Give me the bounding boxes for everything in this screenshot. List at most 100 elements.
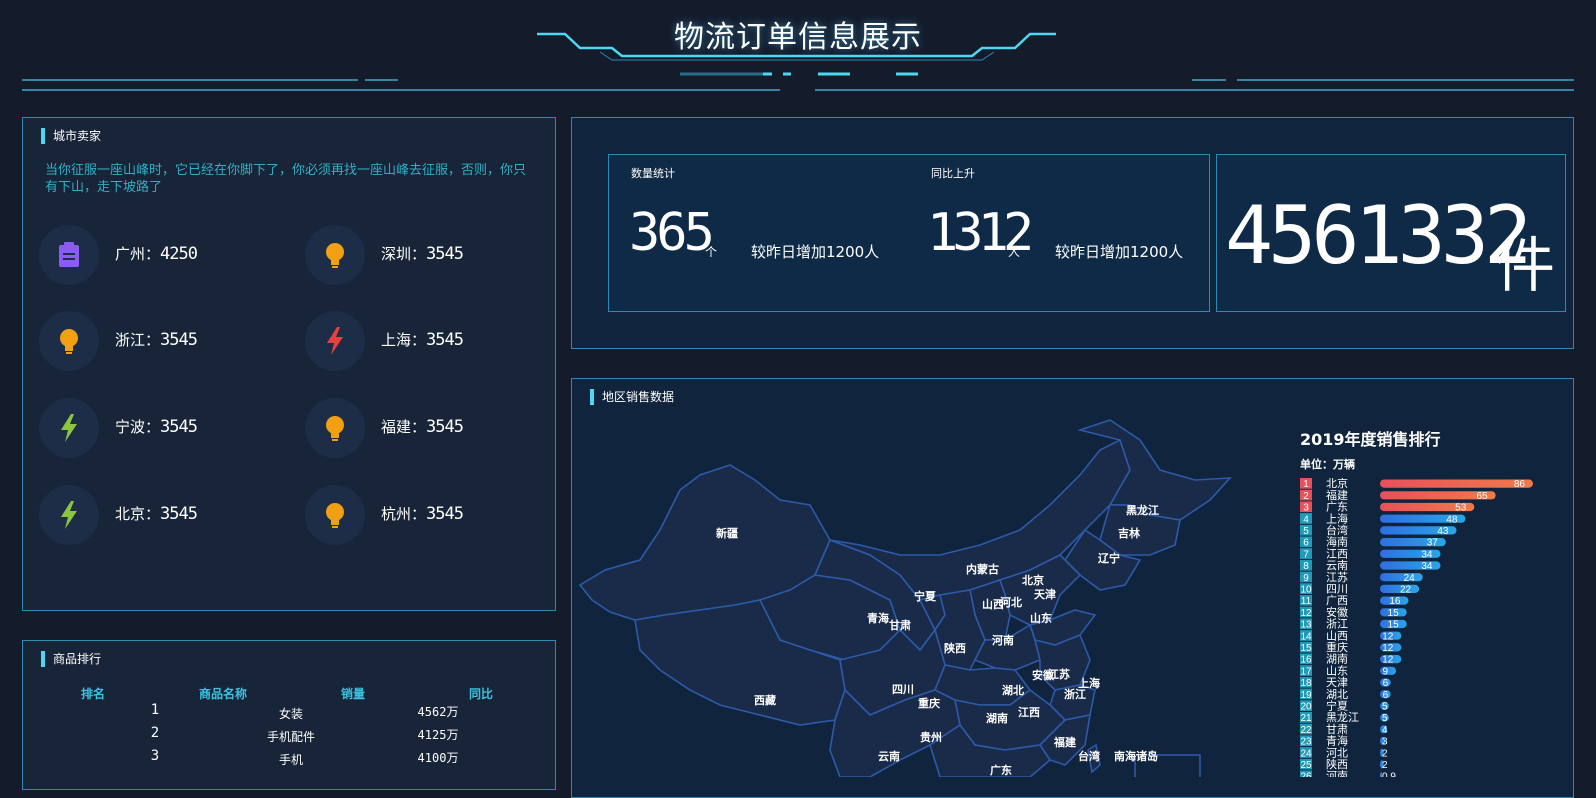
name-cell: 女装 — [278, 707, 303, 721]
city-name: 福建： — [381, 418, 427, 436]
map-label-gansu: 甘肃 — [889, 619, 911, 632]
map-label-heilongjiang: 黑龙江 — [1126, 504, 1159, 517]
count-value: 365 — [629, 203, 715, 263]
rank-number: 19 — [1300, 690, 1312, 701]
rank-number: 21 — [1300, 713, 1312, 724]
city-item-ningbo: 宁波：3545 — [39, 398, 279, 458]
ranking-row: 15 重庆 12 — [1300, 640, 1402, 654]
city-item-beijing: 北京：3545 — [39, 485, 279, 545]
rank-cell: 1 — [150, 702, 160, 718]
city-name: 上海： — [381, 331, 427, 349]
panel-title: 城市卖家 — [41, 128, 101, 144]
city-name: 广州： — [115, 245, 161, 263]
rank-cell: 2 — [150, 725, 160, 741]
rank-value: 48 — [1446, 514, 1458, 525]
city-item-shanghai: 上海：3545 — [305, 311, 545, 371]
header-frame — [22, 32, 1574, 91]
rank-number: 9 — [1303, 573, 1309, 584]
sales-cell: 4125万 — [417, 728, 459, 742]
city-name: 深圳： — [381, 245, 427, 263]
ranking-row: 7 江西 34 — [1300, 547, 1441, 560]
rank-number: 24 — [1300, 748, 1312, 759]
rank-name: 河南 — [1326, 770, 1348, 777]
map-label-shaanxi: 陕西 — [944, 642, 966, 655]
city-name: 杭州： — [381, 505, 427, 523]
rank-number: 22 — [1300, 725, 1312, 736]
rank-value: 37 — [1427, 538, 1439, 549]
lightbulb-icon — [305, 225, 365, 285]
map-label-yunnan: 云南 — [878, 750, 900, 763]
rank-bar — [1380, 479, 1533, 488]
count-unit: 个 — [705, 245, 718, 259]
rank-number: 18 — [1300, 678, 1312, 689]
city-item-zhejiang: 浙江：3545 — [39, 311, 279, 371]
map-label-inner-mongolia: 内蒙古 — [966, 563, 999, 576]
total-box: 4561332 件 — [1216, 154, 1566, 312]
rank-value: 5 — [1382, 702, 1388, 713]
lightning-icon — [39, 398, 99, 458]
ranking-unit: 单位：万辆 — [1300, 458, 1355, 471]
rank-value: 53 — [1455, 503, 1467, 514]
rank-number: 20 — [1300, 702, 1312, 713]
city-item-fujian: 福建：3545 — [305, 398, 545, 458]
map-label-ningxia: 宁夏 — [914, 590, 936, 603]
map-label-south-sea-islands: 南海诸岛 — [1114, 750, 1158, 763]
ranking-title: 2019年度销售排行 — [1300, 430, 1441, 449]
city-value: 3545 — [160, 417, 198, 437]
rank-number: 23 — [1300, 737, 1312, 748]
ranking-row: 12 安徽 15 — [1300, 605, 1407, 619]
city-value: 4250 — [160, 244, 198, 264]
ranking-row: 4 上海 48 — [1300, 511, 1466, 525]
rank-value: 16 — [1389, 596, 1401, 607]
growth-unit: 人 — [1008, 245, 1021, 259]
map-label-fujian: 福建 — [1054, 736, 1076, 749]
rank-value: 65 — [1477, 491, 1489, 502]
ranking-row: 8 云南 34 — [1300, 559, 1441, 572]
map-label-chongqing: 重庆 — [918, 697, 940, 710]
rank-number: 7 — [1303, 549, 1309, 560]
ranking-row: 17 山东 9 — [1300, 664, 1397, 677]
rank-value: 9 — [1382, 666, 1388, 677]
city-item-guangzhou: 广州：4250 — [39, 225, 279, 285]
rank-value: 12 — [1382, 655, 1394, 666]
lightbulb-icon — [305, 398, 365, 458]
rank-value: 43 — [1437, 526, 1449, 537]
name-cell: 手机 — [278, 753, 303, 767]
ranking-row: 14 山西 12 — [1300, 629, 1402, 642]
rank-value: 6 — [1383, 678, 1389, 689]
ranking-row: 26 河南 0.9 — [1300, 770, 1396, 777]
rank-value: 12 — [1382, 631, 1394, 642]
product-ranking-panel: 商品排行 排名 商品名称 销量 同比 1 女装 4562万 2 手机配件 412… — [22, 640, 556, 790]
stats-box: 数量统计 365 个 较昨日增加1200人 同比上升 1312 人 较昨日增加1… — [608, 154, 1210, 312]
rank-value: 15 — [1388, 620, 1400, 631]
rank-number: 13 — [1300, 620, 1312, 631]
city-item-hangzhou: 杭州：3545 — [305, 485, 545, 545]
rank-number: 25 — [1300, 760, 1312, 771]
map-label-tibet: 西藏 — [754, 694, 776, 707]
map-label-qinghai: 青海 — [867, 612, 889, 625]
growth-label: 同比上升 — [931, 167, 975, 180]
ranking-row: 16 湖南 12 — [1300, 653, 1402, 666]
lightbulb-icon — [305, 485, 365, 545]
map-label-zhejiang: 浙江 — [1064, 688, 1086, 701]
ranking-row: 13 浙江 15 — [1300, 618, 1407, 631]
clipboard-icon — [39, 225, 99, 285]
city-name: 宁波： — [115, 418, 161, 436]
rank-number: 5 — [1303, 526, 1309, 537]
map-label-tianjin: 天津 — [1034, 588, 1056, 601]
ranking-row: 6 海南 37 — [1300, 535, 1446, 549]
rank-number: 2 — [1303, 491, 1309, 502]
rank-value: 34 — [1421, 549, 1433, 560]
map-label-shandong: 山东 — [1030, 612, 1052, 625]
map-label-jiangxi: 江西 — [1018, 706, 1040, 719]
rank-value: 2 — [1382, 748, 1388, 759]
lightning-icon — [305, 311, 365, 371]
sales-cell: 4562万 — [417, 705, 459, 719]
rank-value: 86 — [1514, 479, 1526, 490]
rank-number: 10 — [1300, 585, 1312, 596]
city-value: 3545 — [426, 417, 464, 437]
rank-value: 3 — [1382, 737, 1388, 748]
rank-value: 5 — [1382, 713, 1388, 724]
rank-number: 26 — [1300, 772, 1312, 777]
column-header-name: 商品名称 — [198, 687, 247, 701]
